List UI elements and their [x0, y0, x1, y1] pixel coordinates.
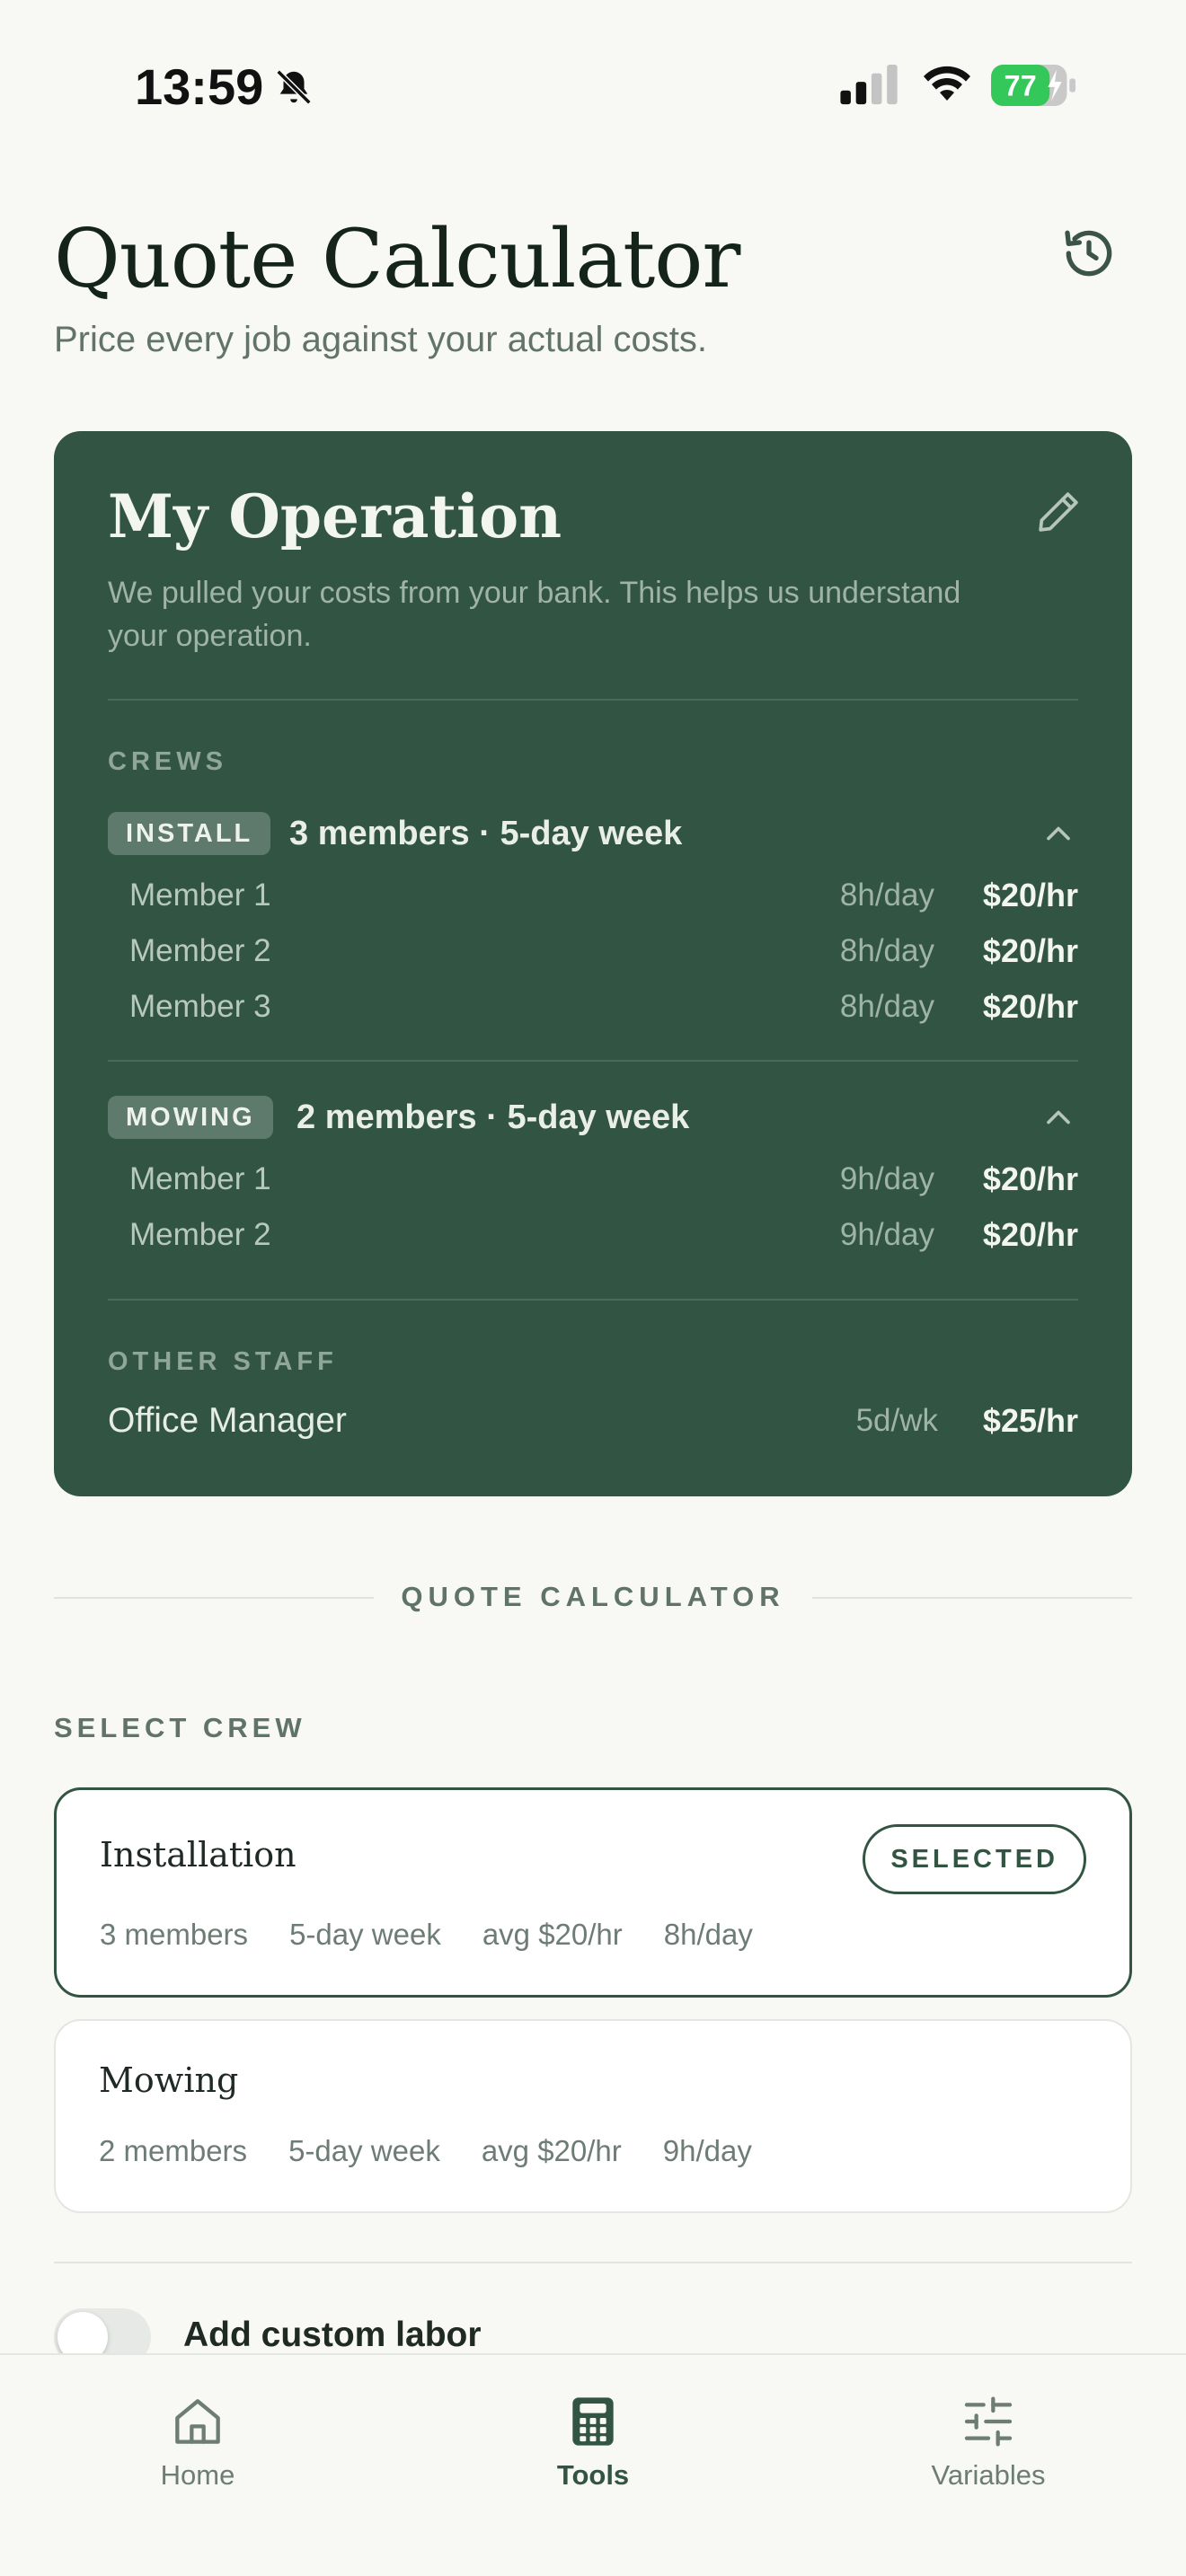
member-name: Member 1 — [129, 1161, 271, 1196]
collapse-install-button[interactable] — [1039, 814, 1078, 853]
member-rate: $20/hr — [982, 1216, 1078, 1253]
tab-variables[interactable]: Variables — [854, 2355, 1123, 2535]
divider — [108, 1299, 1078, 1301]
tab-tools[interactable]: Tools — [458, 2355, 728, 2535]
operation-title: My Operation — [108, 481, 562, 551]
tab-label: Home — [160, 2459, 235, 2491]
crew-option-avg-rate: avg $20/hr — [482, 1918, 623, 1951]
member-rate: $20/hr — [982, 988, 1078, 1025]
crew-option-week: 5-day week — [289, 1918, 441, 1951]
page-subtitle: Price every job against your actual cost… — [54, 320, 708, 359]
crew-install-header[interactable]: INSTALL 3 members · 5-day week — [108, 808, 1078, 859]
tab-home[interactable]: Home — [63, 2355, 332, 2535]
crew-option-mowing[interactable]: Mowing 2 members 5-day week avg $20/hr 9h/d… — [54, 2019, 1132, 2213]
edit-operation-button[interactable] — [1033, 487, 1084, 537]
section-rule-right — [812, 1597, 1132, 1599]
divider — [54, 2262, 1132, 2263]
page-title: Quote Calculator — [54, 212, 740, 306]
staff-days: 5d/wk — [855, 1403, 938, 1438]
status-time: 13:59 — [135, 58, 264, 115]
crew-option-week: 5-day week — [288, 2134, 440, 2167]
crew-member-row: Member 2 9h/day $20/hr — [129, 1213, 1078, 1257]
tab-bar: Home Tools Variables — [0, 2353, 1186, 2576]
divider — [108, 699, 1078, 701]
crew-option-hours: 9h/day — [662, 2134, 752, 2167]
member-rate: $20/hr — [982, 1160, 1078, 1197]
crews-label: CREWS — [108, 747, 227, 776]
crew-option-members: 2 members — [99, 2134, 248, 2167]
crew-member-row: Member 1 8h/day $20/hr — [129, 873, 1078, 918]
staff-name: Office Manager — [108, 1401, 347, 1440]
crew-option-meta: 3 members 5-day week avg $20/hr 8h/day — [100, 1918, 794, 1952]
crew-summary: 2 members · 5-day week — [296, 1098, 690, 1136]
crew-option-members: 3 members — [100, 1918, 249, 1951]
other-staff-label: OTHER STAFF — [108, 1347, 338, 1376]
crew-member-row: Member 2 8h/day $20/hr — [129, 929, 1078, 974]
staff-rate: $25/hr — [982, 1402, 1078, 1439]
history-icon — [1065, 230, 1112, 277]
sliders-icon — [964, 2396, 1013, 2447]
battery-level: 77 — [1005, 70, 1037, 102]
calculator-icon — [572, 2397, 614, 2446]
operation-card: My Operation We pulled your costs from y… — [54, 431, 1132, 1496]
custom-labor-label: Add custom labor — [183, 2316, 482, 2354]
crew-option-name: Installation — [100, 1835, 296, 1875]
history-button[interactable] — [1060, 225, 1118, 282]
member-rate: $20/hr — [982, 932, 1078, 969]
crew-member-row: Member 1 9h/day $20/hr — [129, 1157, 1078, 1202]
battery-icon: 77 — [991, 65, 1075, 106]
member-rate: $20/hr — [982, 877, 1078, 913]
member-name: Member 1 — [129, 878, 271, 913]
tab-label: Tools — [556, 2459, 630, 2491]
wifi-icon — [924, 66, 970, 101]
member-hours: 8h/day — [839, 989, 934, 1024]
selected-badge: SELECTED — [863, 1824, 1086, 1894]
member-hours: 8h/day — [839, 933, 934, 968]
crew-tag: MOWING — [108, 1096, 273, 1139]
crew-option-name: Mowing — [99, 2060, 239, 2100]
crew-option-installation[interactable]: Installation SELECTED 3 members 5-day wee… — [54, 1787, 1132, 1998]
staff-row: Office Manager 5d/wk $25/hr — [108, 1396, 1078, 1446]
bell-off-icon — [276, 69, 312, 105]
crew-option-avg-rate: avg $20/hr — [481, 2134, 622, 2167]
member-hours: 8h/day — [839, 878, 934, 913]
cellular-signal-icon — [840, 65, 898, 105]
member-hours: 9h/day — [839, 1161, 934, 1196]
operation-description: We pulled your costs from your bank. Thi… — [108, 576, 961, 653]
crew-option-meta: 2 members 5-day week avg $20/hr 9h/day — [99, 2134, 793, 2168]
quote-calculator-screen: 13:59 77 Quote Calculator Price every jo… — [0, 0, 1186, 2576]
crew-option-hours: 8h/day — [663, 1918, 753, 1951]
status-bar: 13:59 77 — [0, 0, 1186, 171]
divider — [108, 1060, 1078, 1062]
member-name: Member 3 — [129, 989, 271, 1024]
member-name: Member 2 — [129, 933, 271, 968]
select-crew-label: SELECT CREW — [54, 1712, 306, 1743]
collapse-mowing-button[interactable] — [1039, 1098, 1078, 1137]
home-icon — [175, 2399, 220, 2444]
crew-mowing-header[interactable]: MOWING 2 members · 5-day week — [108, 1092, 1078, 1142]
chevron-up-icon — [1047, 826, 1070, 841]
chevron-up-icon — [1047, 1110, 1070, 1125]
crew-tag: INSTALL — [108, 812, 271, 855]
member-name: Member 2 — [129, 1217, 271, 1252]
crew-member-row: Member 3 8h/day $20/hr — [129, 984, 1078, 1029]
crew-summary: 3 members · 5-day week — [289, 815, 683, 852]
tab-label: Variables — [931, 2459, 1046, 2491]
member-hours: 9h/day — [839, 1217, 934, 1252]
pencil-icon — [1039, 492, 1078, 532]
